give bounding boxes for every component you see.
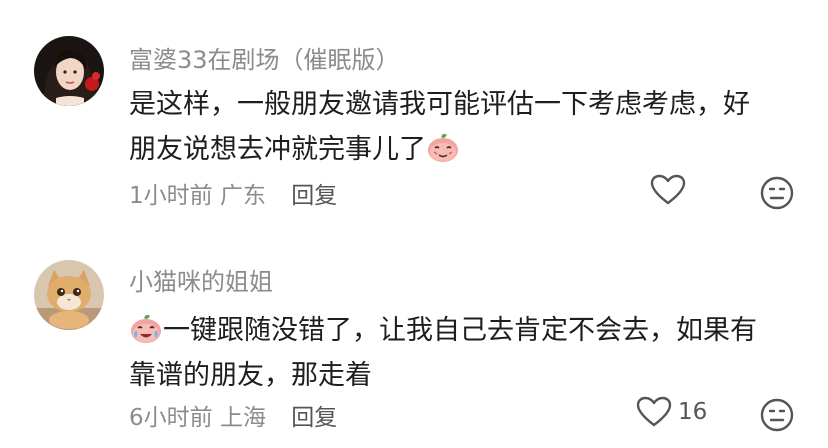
- cat-avatar-icon: [34, 260, 104, 330]
- woman-portrait-avatar-icon: [34, 36, 104, 106]
- username[interactable]: 小猫咪的姐姐: [129, 262, 273, 297]
- comment-text: 一键跟随没错了，让我自己去肯定不会去，如果有 靠谱的朋友，那走着: [129, 308, 799, 398]
- like-button[interactable]: 16: [636, 396, 707, 428]
- user-avatar[interactable]: [34, 260, 104, 330]
- comment-text: 是这样，一般朋友邀请我可能评估一下考虑考虑，好 朋友说想去冲就完事儿了: [129, 82, 799, 172]
- reply-button[interactable]: 回复: [291, 183, 337, 209]
- dislike-button[interactable]: [760, 176, 794, 214]
- crying-laugh-emoji-icon: [131, 314, 161, 343]
- comment-text-line-1: 一键跟随没错了，让我自己去肯定不会去，如果有: [129, 308, 799, 353]
- neutral-face-icon: [760, 398, 794, 432]
- reply-button[interactable]: 回复: [291, 405, 337, 431]
- heart-outline-icon: [650, 174, 686, 205]
- like-button[interactable]: [650, 174, 692, 206]
- location: 广东: [219, 183, 266, 209]
- dislike-button[interactable]: [760, 398, 794, 436]
- blushing-face-emoji-icon: [428, 133, 458, 162]
- comment-item: 富婆33在剧场（催眠版） 是这样，一般朋友邀请我可能评估一下考虑考虑，好 朋友说…: [0, 0, 828, 230]
- timestamp: 6小时前: [129, 405, 213, 431]
- timestamp: 1小时前: [129, 183, 213, 209]
- user-avatar[interactable]: [34, 36, 104, 106]
- comment-item: 小猫咪的姐姐 一键跟随没错了，让我自己去肯定不会去，如果有 靠谱的朋友，那走着 …: [0, 230, 828, 448]
- comment-meta: 6小时前 上海 回复: [129, 398, 337, 432]
- comment-text-line-2: 朋友说想去冲就完事儿了: [129, 127, 799, 172]
- username[interactable]: 富婆33在剧场（催眠版）: [129, 40, 400, 75]
- comment-text-line: 是这样，一般朋友邀请我可能评估一下考虑考虑，好: [129, 89, 750, 120]
- comment-text-line: 朋友说想去冲就完事儿了: [129, 134, 426, 165]
- comment-text-line: 靠谱的朋友，那走着: [129, 360, 372, 391]
- location: 上海: [219, 405, 266, 431]
- heart-outline-icon: [636, 396, 672, 427]
- like-count: 16: [678, 399, 708, 425]
- comment-text-line: 一键跟随没错了，让我自己去肯定不会去，如果有: [163, 315, 757, 346]
- neutral-face-icon: [760, 176, 794, 210]
- comment-meta: 1小时前 广东 回复: [129, 176, 337, 210]
